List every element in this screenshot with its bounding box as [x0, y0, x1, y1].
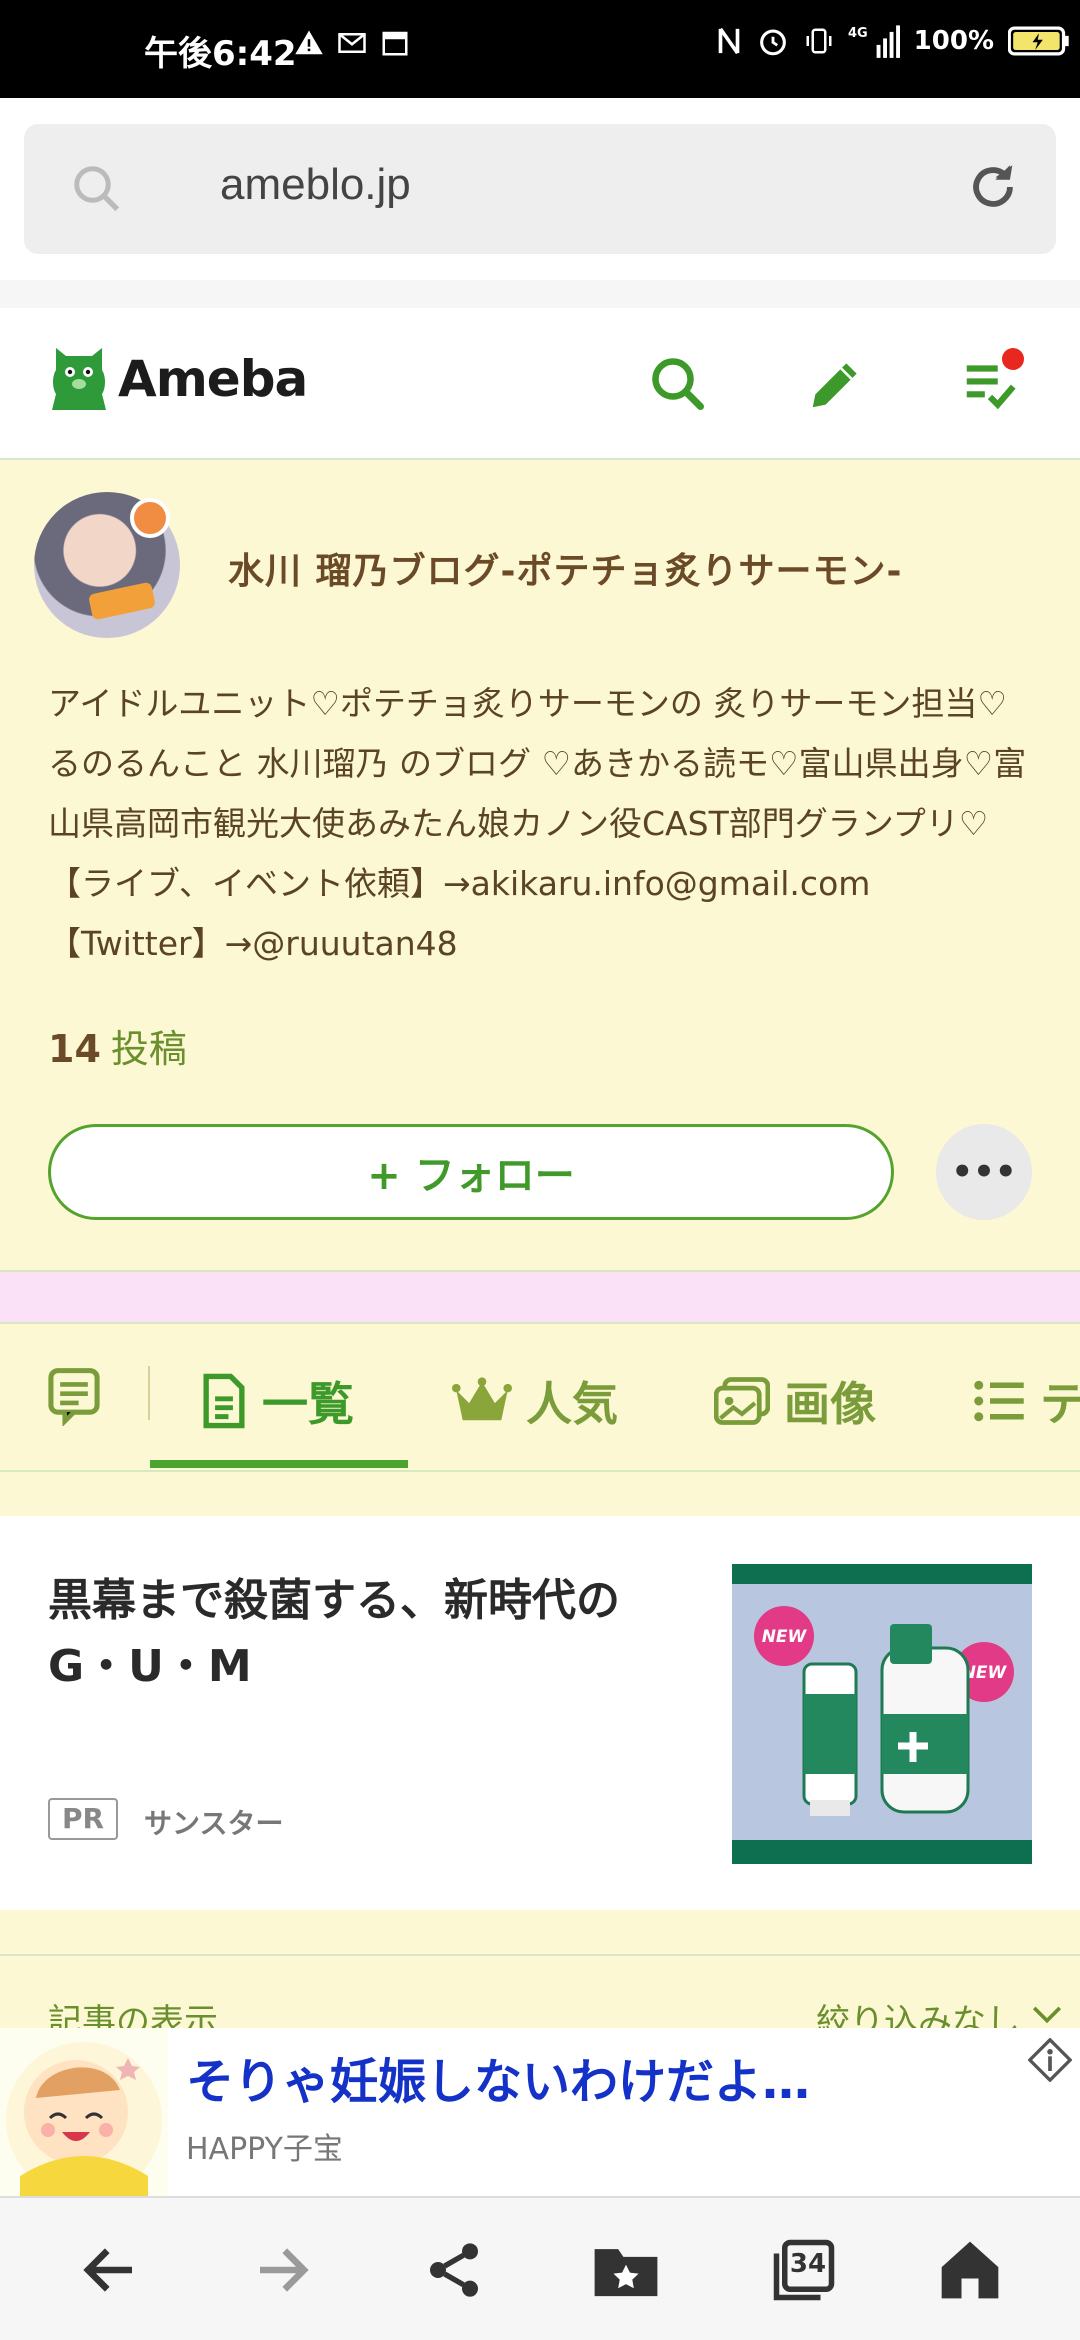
sponsored-card[interactable]: 黒幕まで殺菌する、新時代のG・U・M PR サンスター NEW NEW [0, 1516, 1080, 1910]
browser-bottom-nav: 34 [0, 2196, 1080, 2340]
status-bar: 午後6:42 4G 100% [0, 0, 1080, 98]
search-icon [74, 166, 120, 212]
search-icon [652, 358, 704, 410]
svg-text:4G: 4G [848, 26, 868, 41]
arrow-right-icon [260, 2248, 309, 2292]
ad-image[interactable]: NEW NEW [732, 1564, 1032, 1864]
active-tab-indicator [150, 1460, 408, 1468]
share-button[interactable] [412, 2228, 496, 2312]
tab-theme[interactable]: テ [972, 1368, 1080, 1434]
blog-tabs: 一覧 人気 画像 テ [0, 1324, 1080, 1472]
tab-count: 34 [789, 2249, 827, 2279]
tab-theme-label: テ [1040, 1377, 1080, 1431]
image-icon [714, 1377, 770, 1425]
battery-icon [1008, 26, 1069, 56]
write-post-button[interactable] [800, 348, 872, 420]
vibrate-icon [806, 28, 832, 54]
calendar-icon [382, 31, 408, 56]
divider [0, 1472, 1080, 1516]
more-icon: ••• [951, 1152, 1017, 1192]
banner-ad[interactable]: そりゃ妊娠しないわけだよ… HAPPY子宝 [0, 2028, 1080, 2198]
document-icon [203, 1373, 245, 1429]
chevron-down-icon [1032, 2006, 1062, 2024]
ameba-mascot-icon [52, 348, 106, 410]
pr-badge: PR [48, 1798, 119, 1840]
bookmarks-button[interactable] [584, 2228, 668, 2312]
new-badge-left: NEW [762, 1627, 808, 1647]
ad-title[interactable]: 黒幕まで殺菌する、新時代のG・U・M [48, 1568, 688, 1700]
ameba-header: Ameba [0, 308, 1080, 460]
baby-illustration [6, 2042, 162, 2198]
share-icon [430, 2243, 478, 2297]
product-image: NEW NEW [754, 1606, 1014, 1816]
notification-dot [1002, 348, 1024, 370]
home-button[interactable] [928, 2228, 1012, 2312]
tab-list[interactable]: 一覧 [200, 1368, 354, 1434]
article-list-icon[interactable] [46, 1366, 102, 1426]
bookmark-folder-icon [594, 2249, 658, 2297]
tabs-button[interactable]: 34 [762, 2228, 846, 2312]
warning-icon [295, 30, 323, 55]
post-count-label: 投稿 [110, 1027, 187, 1071]
post-count-number: 14 [48, 1027, 101, 1071]
avatar-badge [130, 498, 170, 538]
ad-info-icon[interactable] [1028, 2038, 1072, 2082]
alarm-icon [759, 29, 786, 56]
follow-button[interactable]: + フォロー [48, 1124, 894, 1220]
browser-toolbar: ameblo.jp [0, 98, 1080, 280]
tab-images[interactable]: 画像 [714, 1368, 876, 1434]
ameba-logo[interactable]: Ameba [48, 342, 308, 416]
follow-label: + フォロー [367, 1153, 575, 1199]
header-search-button[interactable] [642, 348, 714, 420]
crown-icon [452, 1377, 512, 1421]
forward-button[interactable] [240, 2228, 324, 2312]
ad-sponsor: サンスター [144, 1807, 284, 1840]
url-text[interactable]: ameblo.jp [220, 160, 411, 210]
status-right-icons: 4G 100% [716, 24, 1070, 58]
notifications-button[interactable] [954, 348, 1026, 420]
post-count[interactable]: 14 投稿 [48, 1018, 187, 1073]
page: 午後6:42 4G 100% ameblo.jp Ameba 水川 瑠乃ブログ-… [0, 0, 1080, 2340]
back-button[interactable] [68, 2228, 152, 2312]
banner-title[interactable]: そりゃ妊娠しないわけだよ… [186, 2042, 810, 2112]
tab-popular[interactable]: 人気 [452, 1368, 618, 1434]
battery-percent: 100% [913, 26, 994, 56]
home-icon [941, 2241, 999, 2299]
divider [0, 1910, 1080, 1956]
tab-separator [148, 1366, 150, 1420]
address-bar[interactable]: ameblo.jp [24, 124, 1056, 254]
divider [0, 1270, 1080, 1324]
arrow-left-icon [83, 2248, 132, 2292]
status-left-icons [294, 28, 410, 58]
ameba-logo-text: Ameba [118, 350, 308, 408]
banner-source: HAPPY子宝 [186, 2132, 343, 2167]
tab-popular-label: 人気 [526, 1377, 618, 1431]
status-time: 午後6:42 [144, 34, 297, 74]
nfc-icon [718, 27, 739, 55]
more-options-button[interactable]: ••• [936, 1124, 1032, 1220]
tab-list-label: 一覧 [262, 1377, 354, 1431]
signal-icon: 4G [848, 25, 900, 58]
mail-icon [338, 33, 366, 53]
divider [0, 280, 1080, 308]
blog-description: アイドルユニット♡ポテチョ炙りサーモンの 炙りサーモン担当♡るのるんこと 水川瑠… [48, 684, 1027, 963]
blog-title[interactable]: 水川 瑠乃ブログ-ポテチョ炙りサーモン- [228, 542, 902, 594]
avatar-tag [87, 581, 157, 621]
profile-section: 水川 瑠乃ブログ-ポテチョ炙りサーモン- アイドルユニット♡ポテチョ炙りサーモン… [0, 462, 1080, 1270]
pencil-icon [812, 363, 857, 408]
tab-images-label: 画像 [784, 1377, 876, 1431]
list-icon [974, 1380, 1024, 1422]
reload-icon[interactable] [964, 158, 1022, 216]
banner-image[interactable] [0, 2028, 168, 2198]
article-filter-row[interactable]: 記事の表示 絞り込みなし [0, 1958, 1080, 2042]
